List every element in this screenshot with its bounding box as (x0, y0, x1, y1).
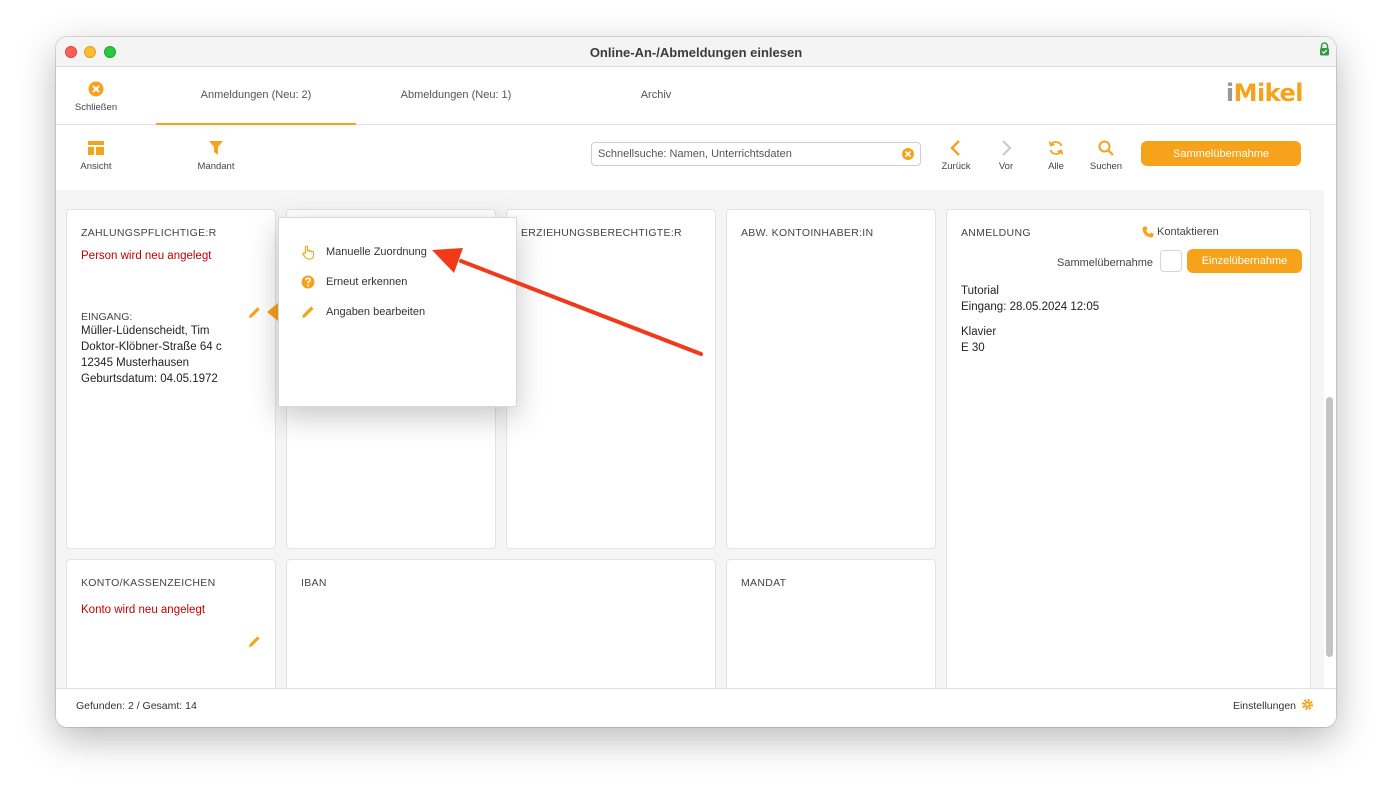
found-count: Gefunden: 2 / Gesamt: 14 (76, 700, 197, 712)
card-mandate-title: MANDAT (741, 577, 787, 589)
title-bar: Online-An-/Abmeldungen einlesen (56, 37, 1336, 67)
close-circle-icon (88, 81, 104, 97)
phone-icon (1142, 226, 1154, 238)
card-guardian-title: ERZIEHUNGSBERECHTIGTE:R (521, 227, 682, 239)
window-title: Online-An-/Abmeldungen einlesen (589, 45, 803, 60)
app-window: Online-An-/Abmeldungen einlesen Schließe… (56, 37, 1336, 727)
tab-registrations[interactable]: Anmeldungen (Neu: 2) (156, 67, 356, 125)
card-account-holder: ABW. KONTOINHABER:IN (726, 209, 936, 549)
payer-city: 12345 Musterhausen (81, 357, 190, 369)
bulk-transfer-button[interactable]: Sammelübernahme (1141, 141, 1301, 166)
filter-icon (209, 141, 223, 155)
tab-bar: Schließen Anmeldungen (Neu: 2) Abmeldung… (56, 67, 1336, 125)
registration-incoming: Eingang: 28.05.2024 12:05 (961, 301, 1100, 313)
registration-instrument: Klavier (961, 326, 997, 338)
forward-button[interactable]: Vor (986, 140, 1026, 172)
popup-caret (267, 303, 278, 321)
contact-label: Kontaktieren (1157, 226, 1219, 238)
settings-label: Einstellungen (1232, 700, 1296, 712)
card-holder-title: ABW. KONTOINHABER:IN (741, 227, 874, 239)
app-logo: iMikel (1225, 79, 1304, 107)
view-button[interactable]: Ansicht (71, 140, 121, 172)
gear-icon (1302, 699, 1313, 710)
back-label: Zurück (941, 161, 971, 172)
forward-label: Vor (998, 161, 1014, 172)
card-iban: IBAN (286, 559, 716, 688)
payer-name: Müller-Lüdenscheidt, Tim (81, 325, 210, 337)
question-circle-icon (301, 275, 315, 289)
account-status: Konto wird neu angelegt (81, 604, 206, 616)
close-button[interactable]: Schließen (71, 81, 121, 113)
payer-birthdate: Geburtsdatum: 04.05.1972 (81, 373, 218, 385)
client-filter-button[interactable]: Mandant (191, 140, 241, 172)
toolbar: Ansicht Mandant Zurück Vor (56, 126, 1336, 190)
chevron-left-icon (950, 140, 960, 156)
registration-duration: E 30 (961, 342, 985, 354)
scrollbar-thumb[interactable] (1326, 397, 1333, 657)
card-iban-title: IBAN (301, 577, 327, 589)
menu-item-edit-details[interactable]: Angaben bearbeiten (301, 304, 501, 322)
search-button[interactable]: Suchen (1086, 140, 1126, 172)
context-menu: Manuelle Zuordnung Erneut erkennen Angab… (278, 217, 517, 407)
tab-deregistrations-label: Abmeldungen (Neu: 1) (400, 89, 512, 101)
all-button[interactable]: Alle (1036, 140, 1076, 172)
payer-status: Person wird neu angelegt (81, 250, 212, 262)
settings-button[interactable]: Einstellungen (1204, 697, 1314, 713)
pencil-icon (302, 306, 314, 318)
tab-deregistrations[interactable]: Abmeldungen (Neu: 1) (356, 67, 556, 125)
menu-item-manual-assignment[interactable]: Manuelle Zuordnung (301, 244, 501, 262)
card-registration: ANMELDUNG Kontaktieren Sammelübernahme E… (946, 209, 1311, 688)
payer-street: Doktor-Klöbner-Straße 64 c (81, 341, 222, 353)
card-registration-title: ANMELDUNG (961, 227, 1031, 239)
card-payer: ZAHLUNGSPFLICHTIGE:R Person wird neu ang… (66, 209, 276, 549)
edit-account-pencil-icon[interactable] (248, 635, 261, 648)
all-label: Alle (1048, 161, 1064, 172)
tab-archive[interactable]: Archiv (556, 67, 756, 125)
chevron-right-icon (1002, 140, 1012, 156)
view-label: Ansicht (80, 161, 112, 172)
lock-icon (1320, 42, 1329, 56)
quick-search (591, 142, 921, 166)
edit-payer-pencil-icon[interactable] (248, 306, 261, 319)
footer: Gefunden: 2 / Gesamt: 14 Einstellungen (56, 688, 1336, 727)
clear-search-icon[interactable] (902, 148, 914, 160)
vertical-scrollbar[interactable] (1324, 190, 1334, 688)
search-icon (1098, 140, 1114, 156)
hand-pointer-icon (302, 245, 315, 260)
close-label: Schließen (74, 102, 118, 113)
search-label: Suchen (1089, 161, 1123, 172)
client-label: Mandant (197, 161, 235, 172)
registration-course: Tutorial (961, 285, 999, 297)
card-payer-title: ZAHLUNGSPFLICHTIGE:R (81, 227, 217, 239)
card-account: KONTO/KASSENZEICHEN Konto wird neu angel… (66, 559, 276, 688)
back-button[interactable]: Zurück (936, 140, 976, 172)
tab-archive-label: Archiv (640, 89, 672, 101)
tab-registrations-label: Anmeldungen (Neu: 2) (200, 89, 312, 101)
layout-grid-icon (88, 141, 104, 155)
menu-item-edit-details-label: Angaben bearbeiten (326, 306, 426, 318)
menu-item-manual-assignment-label: Manuelle Zuordnung (326, 246, 427, 258)
registration-bulk-label: Sammelübernahme (1057, 257, 1153, 269)
bulk-transfer-checkbox[interactable] (1160, 250, 1182, 272)
card-guardian: ERZIEHUNGSBERECHTIGTE:R (506, 209, 716, 549)
card-account-title: KONTO/KASSENZEICHEN (81, 577, 216, 589)
menu-item-recognize-again[interactable]: Erneut erkennen (301, 274, 501, 292)
single-transfer-button[interactable]: Einzelübernahme (1187, 249, 1302, 273)
refresh-icon (1048, 141, 1064, 155)
quick-search-input[interactable] (592, 143, 892, 165)
card-mandate: MANDAT (726, 559, 936, 688)
content-area: ZAHLUNGSPFLICHTIGE:R Person wird neu ang… (56, 190, 1324, 688)
menu-item-recognize-again-label: Erneut erkennen (326, 276, 408, 288)
